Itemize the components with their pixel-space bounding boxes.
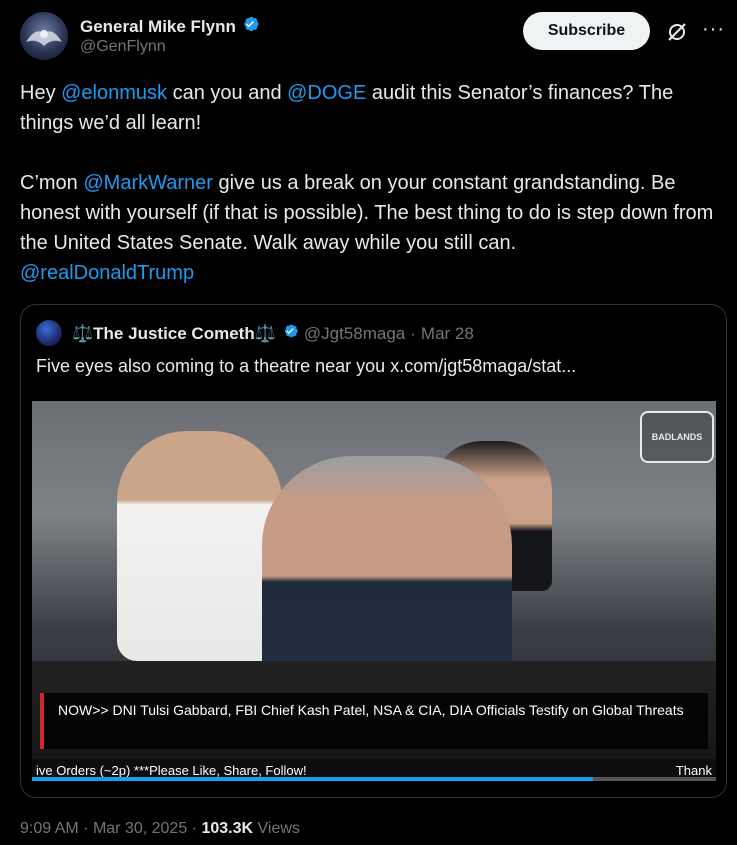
- grok-icon[interactable]: [665, 20, 689, 44]
- author-name-row[interactable]: General Mike Flynn: [80, 14, 260, 39]
- quoted-tweet[interactable]: ⚖️The Justice Cometh⚖️ @Jgt58maga · Mar …: [20, 304, 727, 798]
- video-progress-fill: [32, 777, 593, 781]
- separator-dot: ·: [410, 323, 416, 343]
- tweet-date[interactable]: Mar 30, 2025: [93, 820, 187, 837]
- views-label: Views: [257, 820, 300, 837]
- views-count: 103.3K: [201, 820, 254, 837]
- quote-header: ⚖️The Justice Cometh⚖️ @Jgt58maga · Mar …: [72, 322, 474, 345]
- mention-elonmusk[interactable]: @elonmusk: [61, 82, 167, 104]
- tweet-paragraph-2: C’mon @MarkWarner give us a break on you…: [20, 168, 725, 258]
- text-span: can you and: [167, 82, 288, 104]
- verified-badge-icon: [281, 322, 299, 345]
- video-player[interactable]: BADLANDS NOW>> DNI Tulsi Gabbard, FBI Ch…: [32, 401, 716, 781]
- author-handle[interactable]: @GenFlynn: [80, 38, 166, 56]
- ticker-right-text: Thank: [675, 762, 712, 778]
- mention-doge[interactable]: @DOGE: [287, 82, 366, 104]
- quote-author-avatar[interactable]: [36, 320, 62, 346]
- tweet-paragraph-1: Hey @elonmusk can you and @DOGE audit th…: [20, 78, 725, 138]
- video-news-banner: NOW>> DNI Tulsi Gabbard, FBI Chief Kash …: [40, 693, 708, 749]
- author-name[interactable]: General Mike Flynn: [80, 17, 236, 37]
- quote-date[interactable]: Mar 28: [421, 324, 474, 344]
- text-span: C’mon: [20, 172, 84, 194]
- quote-author-name[interactable]: ⚖️The Justice Cometh⚖️: [72, 324, 276, 344]
- quote-author-handle[interactable]: @Jgt58maga: [304, 324, 405, 344]
- badlands-logo: BADLANDS: [640, 411, 714, 463]
- ticker-left-text: ive Orders (~2p) ***Please Like, Share, …: [36, 762, 307, 778]
- tweet-time[interactable]: 9:09 AM: [20, 820, 79, 837]
- author-avatar[interactable]: [20, 12, 68, 60]
- tweet-text: Hey @elonmusk can you and @DOGE audit th…: [20, 78, 725, 288]
- more-icon[interactable]: ···: [702, 18, 725, 41]
- video-figure: [117, 431, 282, 661]
- verified-badge-icon: [240, 14, 260, 39]
- tweet-meta: 9:09 AM · Mar 30, 2025 · 103.3K Views: [20, 820, 300, 838]
- mention-markwarner[interactable]: @MarkWarner: [83, 172, 213, 194]
- text-span: Hey: [20, 82, 62, 104]
- tweet-paragraph-3: @realDonaldTrump: [20, 258, 725, 288]
- separator-dot: ·: [191, 820, 197, 837]
- separator-dot: ·: [83, 820, 89, 837]
- mention-realdonaldtrump[interactable]: @realDonaldTrump: [20, 262, 194, 284]
- subscribe-button[interactable]: Subscribe: [523, 12, 650, 50]
- quote-text[interactable]: Five eyes also coming to a theatre near …: [36, 356, 576, 377]
